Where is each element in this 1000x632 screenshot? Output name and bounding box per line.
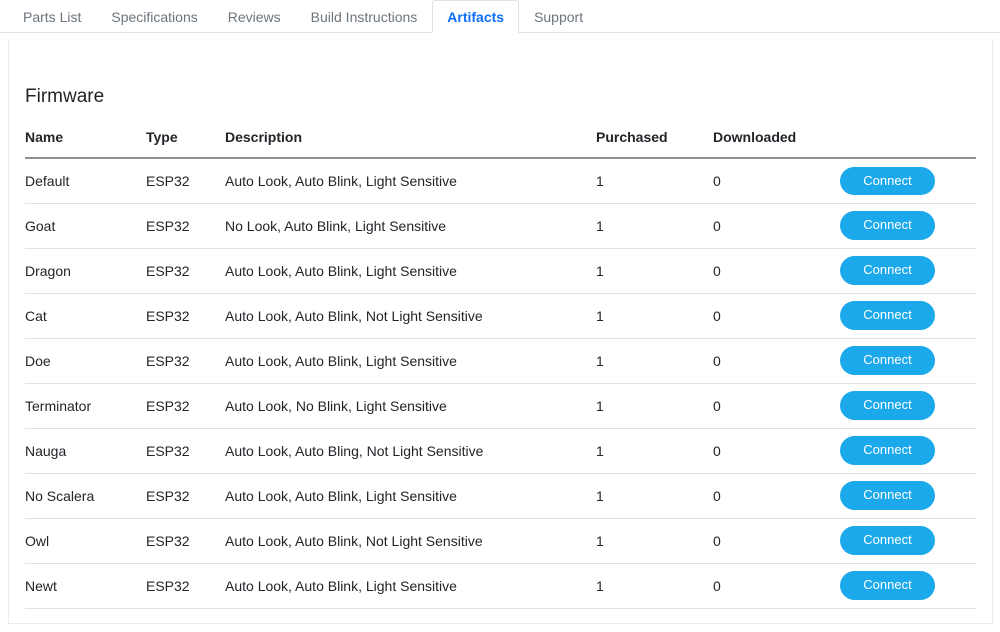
connect-button[interactable]: Connect — [840, 211, 934, 239]
tab-artifacts[interactable]: Artifacts — [432, 0, 519, 33]
cell-description: Auto Look, Auto Blink, Not Light Sensiti… — [225, 293, 596, 338]
cell-type: ESP32 — [146, 563, 225, 608]
table-row: Cat ESP32 Auto Look, Auto Blink, Not Lig… — [25, 293, 976, 338]
cell-description: Auto Look, No Blink, Light Sensitive — [225, 383, 596, 428]
cell-name: Newt — [25, 563, 146, 608]
cell-downloaded: 0 — [713, 518, 799, 563]
cell-downloaded: 0 — [713, 338, 799, 383]
tab-bar: Parts List Specifications Reviews Build … — [0, 0, 1000, 33]
cell-downloaded: 0 — [713, 563, 799, 608]
cell-downloaded: 0 — [713, 383, 799, 428]
cell-name: Nauga — [25, 428, 146, 473]
tab-specifications[interactable]: Specifications — [96, 0, 212, 33]
table-row: Doe ESP32 Auto Look, Auto Blink, Light S… — [25, 338, 976, 383]
table-row: Default ESP32 Auto Look, Auto Blink, Lig… — [25, 158, 976, 203]
tab-support[interactable]: Support — [519, 0, 598, 33]
cell-name: Goat — [25, 203, 146, 248]
cell-downloaded: 0 — [713, 158, 799, 203]
table-row: Dragon ESP32 Auto Look, Auto Blink, Ligh… — [25, 248, 976, 293]
cell-purchased: 1 — [596, 428, 713, 473]
cell-description: Auto Look, Auto Blink, Light Sensitive — [225, 473, 596, 518]
cell-purchased: 1 — [596, 383, 713, 428]
cell-description: Auto Look, Auto Blink, Not Light Sensiti… — [225, 518, 596, 563]
cell-purchased: 1 — [596, 293, 713, 338]
cell-purchased: 1 — [596, 338, 713, 383]
cell-type: ESP32 — [146, 473, 225, 518]
cell-name: Cat — [25, 293, 146, 338]
column-header-downloaded: Downloaded — [713, 119, 799, 158]
cell-name: Doe — [25, 338, 146, 383]
firmware-table: Name Type Description Purchased Download… — [25, 119, 976, 609]
connect-button[interactable]: Connect — [840, 167, 934, 195]
cell-name: Default — [25, 158, 146, 203]
cell-name: Owl — [25, 518, 146, 563]
cell-description: Auto Look, Auto Blink, Light Sensitive — [225, 158, 596, 203]
cell-actions: Connect — [799, 518, 976, 563]
cell-type: ESP32 — [146, 518, 225, 563]
cell-actions: Connect — [799, 473, 976, 518]
column-header-description: Description — [225, 119, 596, 158]
table-row: Nauga ESP32 Auto Look, Auto Bling, Not L… — [25, 428, 976, 473]
cell-actions: Connect — [799, 203, 976, 248]
cell-description: Auto Look, Auto Blink, Light Sensitive — [225, 338, 596, 383]
column-header-purchased: Purchased — [596, 119, 713, 158]
connect-button[interactable]: Connect — [840, 346, 934, 374]
connect-button[interactable]: Connect — [840, 391, 934, 419]
connect-button[interactable]: Connect — [840, 526, 934, 554]
cell-downloaded: 0 — [713, 248, 799, 293]
column-header-actions — [799, 119, 976, 158]
cell-name: Terminator — [25, 383, 146, 428]
cell-purchased: 1 — [596, 563, 713, 608]
cell-purchased: 1 — [596, 518, 713, 563]
cell-name: No Scalera — [25, 473, 146, 518]
cell-purchased: 1 — [596, 203, 713, 248]
table-row: Goat ESP32 No Look, Auto Blink, Light Se… — [25, 203, 976, 248]
cell-actions: Connect — [799, 248, 976, 293]
connect-button[interactable]: Connect — [840, 301, 934, 329]
cell-actions: Connect — [799, 338, 976, 383]
cell-actions: Connect — [799, 428, 976, 473]
cell-type: ESP32 — [146, 203, 225, 248]
cell-type: ESP32 — [146, 338, 225, 383]
cell-downloaded: 0 — [713, 203, 799, 248]
artifacts-panel: Firmware Name Type Description Purchased… — [8, 40, 993, 624]
cell-actions: Connect — [799, 158, 976, 203]
cell-description: No Look, Auto Blink, Light Sensitive — [225, 203, 596, 248]
table-row: No Scalera ESP32 Auto Look, Auto Blink, … — [25, 473, 976, 518]
tab-reviews[interactable]: Reviews — [213, 0, 296, 33]
cell-purchased: 1 — [596, 248, 713, 293]
cell-purchased: 1 — [596, 473, 713, 518]
cell-purchased: 1 — [596, 158, 713, 203]
connect-button[interactable]: Connect — [840, 256, 934, 284]
connect-button[interactable]: Connect — [840, 436, 934, 464]
cell-downloaded: 0 — [713, 293, 799, 338]
cell-type: ESP32 — [146, 383, 225, 428]
cell-downloaded: 0 — [713, 473, 799, 518]
cell-type: ESP32 — [146, 158, 225, 203]
cell-downloaded: 0 — [713, 428, 799, 473]
table-row: Owl ESP32 Auto Look, Auto Blink, Not Lig… — [25, 518, 976, 563]
cell-description: Auto Look, Auto Blink, Light Sensitive — [225, 563, 596, 608]
cell-actions: Connect — [799, 383, 976, 428]
column-header-type: Type — [146, 119, 225, 158]
cell-type: ESP32 — [146, 428, 225, 473]
tab-parts-list[interactable]: Parts List — [8, 0, 96, 33]
cell-type: ESP32 — [146, 248, 225, 293]
cell-description: Auto Look, Auto Bling, Not Light Sensiti… — [225, 428, 596, 473]
table-row: Terminator ESP32 Auto Look, No Blink, Li… — [25, 383, 976, 428]
cell-name: Dragon — [25, 248, 146, 293]
connect-button[interactable]: Connect — [840, 571, 934, 599]
tab-build-instructions[interactable]: Build Instructions — [296, 0, 433, 33]
column-header-name: Name — [25, 119, 146, 158]
cell-actions: Connect — [799, 563, 976, 608]
cell-type: ESP32 — [146, 293, 225, 338]
connect-button[interactable]: Connect — [840, 481, 934, 509]
table-row: Newt ESP32 Auto Look, Auto Blink, Light … — [25, 563, 976, 608]
cell-actions: Connect — [799, 293, 976, 338]
firmware-section-title: Firmware — [25, 86, 976, 108]
table-header-row: Name Type Description Purchased Download… — [25, 119, 976, 158]
cell-description: Auto Look, Auto Blink, Light Sensitive — [225, 248, 596, 293]
